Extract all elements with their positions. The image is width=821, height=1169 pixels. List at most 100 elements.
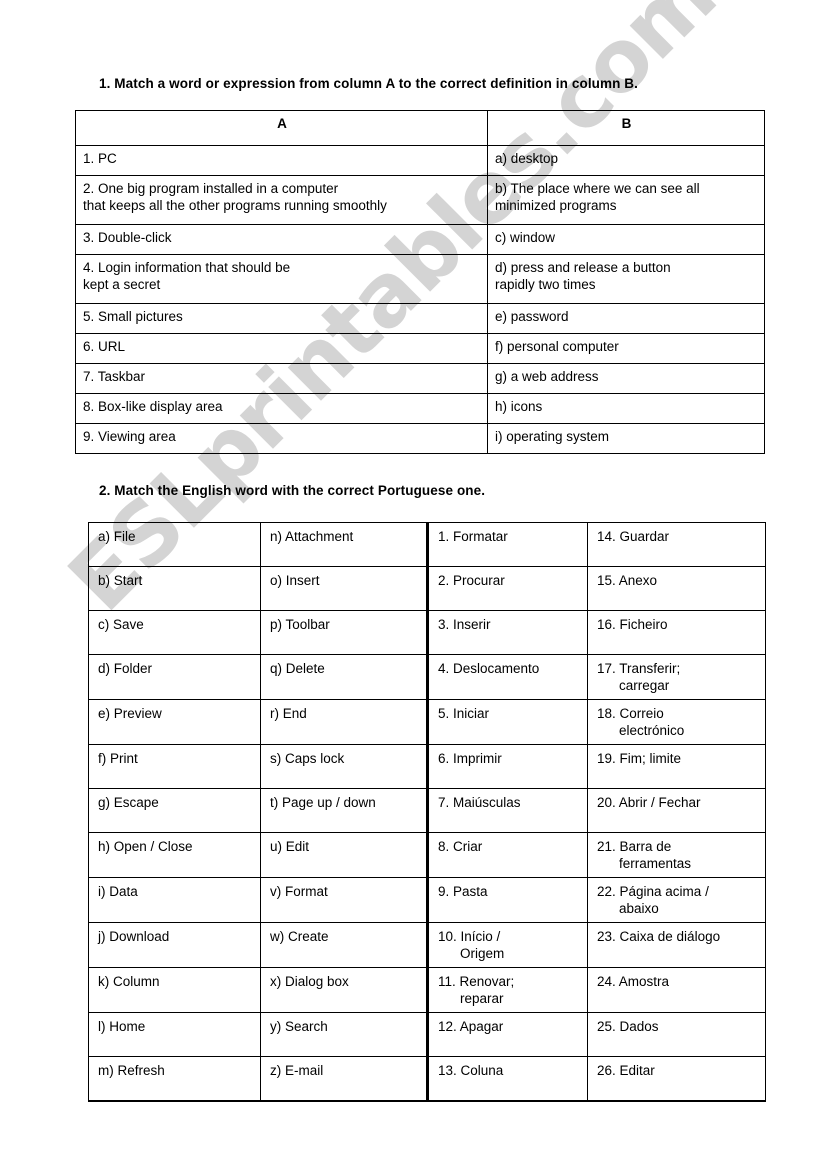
right-cell: e) password	[487, 303, 765, 334]
english-cell-2: x) Dialog box	[260, 967, 429, 1013]
portuguese-cell-2: 22. Página acima / abaixo	[587, 877, 766, 923]
portuguese-cell-1: 7. Maiúsculas	[427, 788, 588, 833]
cell-line-wrapped: reparar	[460, 991, 504, 1006]
portuguese-cell-2: 26. Editar	[587, 1056, 766, 1102]
cell-line: 23. Caixa de diálogo	[597, 929, 721, 944]
left-cell: 3. Double-click	[75, 224, 488, 255]
cell-line: 17. Transferir;	[597, 661, 681, 676]
cell-line: 5. Small pictures	[83, 309, 183, 324]
cell-line: r) End	[270, 706, 307, 721]
cell-line: 2. One big program installed in a comput…	[83, 181, 339, 196]
right-cell: c) window	[487, 224, 765, 255]
cell-line: 19. Fim; limite	[597, 751, 682, 766]
cell-line: m) Refresh	[98, 1063, 165, 1078]
table-row: 8. Box-like display area h) icons	[75, 393, 765, 424]
english-cell-2: y) Search	[260, 1012, 429, 1057]
cell-line: minimized programs	[495, 198, 617, 213]
cell-line: 4. Deslocamento	[438, 661, 540, 676]
right-cell: b) The place where we can see all minimiz…	[487, 175, 765, 225]
portuguese-cell-2: 19. Fim; limite	[587, 744, 766, 789]
cell-line: t) Page up / down	[270, 795, 376, 810]
worksheet-page: ESLprintables.com 1. Match a word or exp…	[0, 0, 821, 1169]
cell-line: h) Open / Close	[98, 839, 193, 854]
english-cell-2: u) Edit	[260, 832, 429, 878]
table-row: e) Preview r) End 5. Iniciar 18. Correio ele…	[88, 699, 766, 745]
cell-line: 12. Apagar	[438, 1019, 504, 1034]
table-row: i) Data v) Format 9. Pasta 22. Página acima…	[88, 877, 766, 923]
cell-line: j) Download	[98, 929, 170, 944]
english-cell-2: z) E-mail	[260, 1056, 429, 1102]
english-cell-2: v) Format	[260, 877, 429, 923]
table-row: 9. Viewing area i) operating system	[75, 423, 765, 454]
cell-line: o) Insert	[270, 573, 320, 588]
cell-line: 25. Dados	[597, 1019, 659, 1034]
cell-line: 13. Coluna	[438, 1063, 504, 1078]
cell-line: that keeps all the other programs runnin…	[83, 198, 387, 213]
english-cell-1: k) Column	[88, 967, 261, 1013]
cell-line: b) The place where we can see all	[495, 181, 700, 196]
cell-line: g) a web address	[495, 369, 599, 384]
left-cell: 4. Login information that should be kept …	[75, 254, 488, 304]
table-row: 5. Small pictures e) password	[75, 303, 765, 334]
portuguese-cell-1: 9. Pasta	[427, 877, 588, 923]
cell-line: a) desktop	[495, 151, 559, 166]
cell-line: s) Caps lock	[270, 751, 345, 766]
cell-line: 7. Taskbar	[83, 369, 146, 384]
cell-line: 2. Procurar	[438, 573, 505, 588]
english-cell-2: s) Caps lock	[260, 744, 429, 789]
portuguese-cell-1: 8. Criar	[427, 832, 588, 878]
cell-line: c) Save	[98, 617, 144, 632]
portuguese-cell-2: 16. Ficheiro	[587, 610, 766, 655]
portuguese-cell-2: 20. Abrir / Fechar	[587, 788, 766, 833]
portuguese-cell-1: 12. Apagar	[427, 1012, 588, 1057]
english-cell-1: m) Refresh	[88, 1056, 261, 1102]
right-cell: f) personal computer	[487, 333, 765, 364]
cell-line: kept a secret	[83, 277, 161, 292]
table-row: j) Download w) Create 10. Início / Origem 23…	[88, 922, 766, 968]
cell-line: g) Escape	[98, 795, 159, 810]
table-row: 4. Login information that should be kept …	[75, 254, 765, 304]
cell-line: p) Toolbar	[270, 617, 330, 632]
exercise-1-heading: 1. Match a word or expression from colum…	[99, 76, 639, 91]
cell-line: u) Edit	[270, 839, 310, 854]
table-row: k) Column x) Dialog box 11. Renovar; repara…	[88, 967, 766, 1013]
right-cell: d) press and release a button rapidly two…	[487, 254, 765, 304]
cell-line: y) Search	[270, 1019, 328, 1034]
portuguese-cell-1: 6. Imprimir	[427, 744, 588, 789]
right-cell: g) a web address	[487, 363, 765, 394]
portuguese-cell-2: 23. Caixa de diálogo	[587, 922, 766, 968]
portuguese-cell-2: 21. Barra de ferramentas	[587, 832, 766, 878]
english-cell-1: f) Print	[88, 744, 261, 789]
left-cell: 9. Viewing area	[75, 423, 488, 454]
english-cell-1: l) Home	[88, 1012, 261, 1057]
cell-line: c) window	[495, 230, 556, 245]
table-row: m) Refresh z) E-mail 13. Coluna 26. Editar	[88, 1056, 766, 1102]
left-cell: 7. Taskbar	[75, 363, 488, 394]
portuguese-cell-1: 3. Inserir	[427, 610, 588, 655]
left-cell: 2. One big program installed in a comput…	[75, 175, 488, 225]
cell-line: e) Preview	[98, 706, 162, 721]
cell-line: d) press and release a button	[495, 260, 671, 275]
cell-line: 8. Box-like display area	[83, 399, 223, 414]
cell-line: 6. Imprimir	[438, 751, 502, 766]
exercise-2-table: a) File n) Attachment 1. Formatar 14. Guard…	[88, 522, 766, 1102]
cell-line: 16. Ficheiro	[597, 617, 668, 632]
table-row: d) Folder q) Delete 4. Deslocamento 17. Tra…	[88, 654, 766, 700]
portuguese-cell-1: 4. Deslocamento	[427, 654, 588, 700]
portuguese-cell-2: 17. Transferir; carregar	[587, 654, 766, 700]
left-cell: 5. Small pictures	[75, 303, 488, 334]
cell-line: 18. Correio	[597, 706, 664, 721]
cell-line: 3. Double-click	[83, 230, 172, 245]
english-cell-2: p) Toolbar	[260, 610, 429, 655]
english-cell-1: g) Escape	[88, 788, 261, 833]
cell-line: h) icons	[495, 399, 543, 414]
cell-line-wrapped: ferramentas	[619, 856, 692, 871]
cell-line: f) Print	[98, 751, 138, 766]
cell-line: 7. Maiúsculas	[438, 795, 521, 810]
cell-line: 24. Amostra	[597, 974, 670, 989]
table-row: 2. One big program installed in a comput…	[75, 175, 765, 225]
cell-line: e) password	[495, 309, 569, 324]
portuguese-cell-1: 5. Iniciar	[427, 699, 588, 745]
left-cell: 6. URL	[75, 333, 488, 364]
portuguese-cell-1: 2. Procurar	[427, 566, 588, 611]
